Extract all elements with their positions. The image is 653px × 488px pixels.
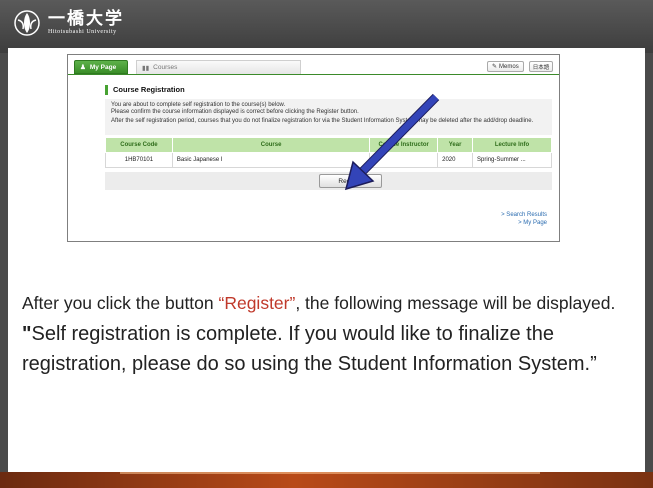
cell-course: Basic Japanese I <box>171 152 371 168</box>
memo-icon: ✎ <box>492 64 498 70</box>
panel-title: Course Registration <box>105 85 185 95</box>
tab-bar-divider <box>68 74 559 75</box>
instruction-caption: After you click the button “Register”, t… <box>22 290 632 379</box>
nav-links: > Search Results > My Page <box>501 212 547 227</box>
table-row: 1HB70101 Basic Japanese I 2020 Spring-Su… <box>105 152 552 168</box>
registration-screenshot: ♟ My Page ▮▮ Courses ✎ Memos 日本語 Course … <box>67 54 560 242</box>
chart-icon: ▮▮ <box>142 64 150 72</box>
language-button[interactable]: 日本語 <box>529 61 553 72</box>
my-page-link[interactable]: > My Page <box>501 220 547 228</box>
column-header-course: Course <box>171 137 371 153</box>
cell-year: 2020 <box>437 152 474 168</box>
register-button[interactable]: Register <box>319 174 382 188</box>
tab-bar: ♟ My Page ▮▮ Courses ✎ Memos 日本語 <box>68 55 559 75</box>
caption-register-highlight: “Register” <box>218 293 296 313</box>
caption-message: "Self registration is complete. If you w… <box>22 319 632 379</box>
course-table: Course Code Course Course Instructor Yea… <box>105 137 552 168</box>
column-header-lecture-info: Lecture Info <box>472 137 552 153</box>
university-emblem-icon <box>14 10 40 36</box>
column-header-instructor: Course Instructor <box>369 137 439 153</box>
column-header-course-code: Course Code <box>105 137 173 153</box>
person-icon: ♟ <box>80 64 86 71</box>
register-button-row: Register <box>105 172 552 190</box>
slide-footer <box>0 472 653 488</box>
tab-courses-label: Courses <box>153 64 178 71</box>
info-line: After the self registration period, cour… <box>111 118 534 125</box>
column-header-year: Year <box>437 137 474 153</box>
memos-button[interactable]: ✎ Memos <box>487 61 524 72</box>
course-registration-panel: Course Registration You are about to com… <box>105 85 552 205</box>
info-line: You are about to complete self registrat… <box>111 102 359 116</box>
tab-my-page-label: My Page <box>89 63 117 71</box>
university-logo: 一橋大学 Hitotsubashi University <box>14 10 124 36</box>
cell-instructor <box>369 152 439 168</box>
search-results-link[interactable]: > Search Results <box>501 212 547 220</box>
logo-english: Hitotsubashi University <box>48 29 117 35</box>
table-header-row: Course Code Course Course Instructor Yea… <box>105 137 552 153</box>
cell-course-code: 1HB70101 <box>105 152 173 168</box>
slide-header: 一橋大学 Hitotsubashi University <box>0 0 653 53</box>
caption-intro: After you click the button “Register”, t… <box>22 293 616 313</box>
tab-my-page[interactable]: ♟ My Page <box>74 60 128 74</box>
tab-courses[interactable]: ▮▮ Courses <box>136 60 301 74</box>
footer-gloss <box>120 472 540 474</box>
caption-message-text: Self registration is complete. If you wo… <box>22 323 597 375</box>
info-box: You are about to complete self registrat… <box>105 99 552 135</box>
cell-lecture-info: Spring-Summer ... <box>472 152 552 168</box>
memos-label: Memos <box>499 63 519 70</box>
logo-japanese: 一橋大学 <box>48 9 124 29</box>
